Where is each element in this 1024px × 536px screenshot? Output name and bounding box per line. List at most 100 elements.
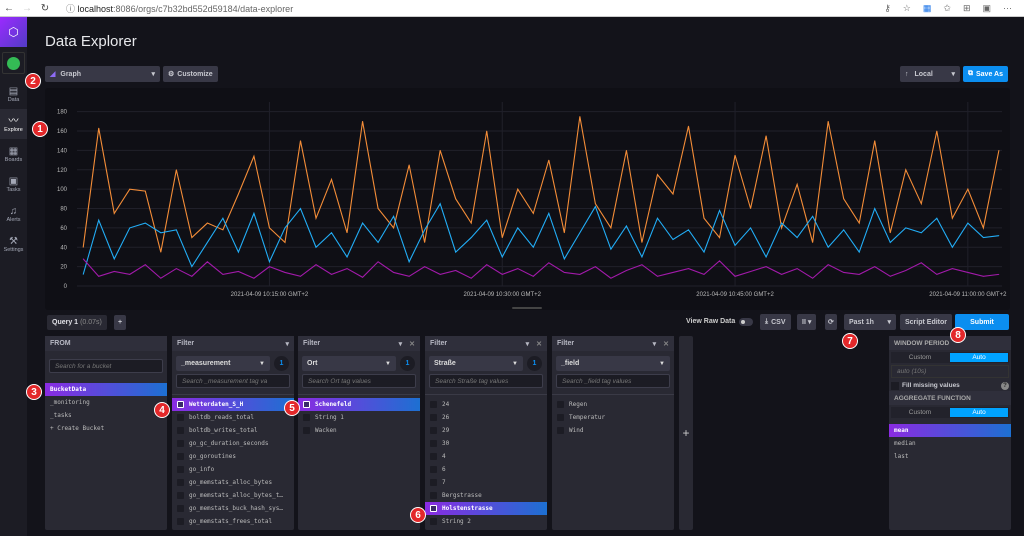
- bucket-search-input[interactable]: Search for a bucket: [49, 359, 163, 373]
- auto-option[interactable]: Auto: [950, 353, 1008, 362]
- customize-button[interactable]: ⚙ Customize: [163, 66, 218, 82]
- tag-key-dropdown[interactable]: Ort ▼ 1: [302, 356, 415, 371]
- checkbox[interactable]: [177, 401, 184, 408]
- favorite-icon[interactable]: ☆: [903, 3, 911, 14]
- list-item[interactable]: 6: [425, 463, 547, 476]
- list-item[interactable]: 30: [425, 437, 547, 450]
- checkbox[interactable]: [177, 492, 184, 499]
- sidebar-item-tasks[interactable]: ▣ Tasks: [0, 169, 27, 199]
- list-item[interactable]: Bergstrasse: [425, 489, 547, 502]
- list-item[interactable]: Schenefeld: [298, 398, 420, 411]
- save-as-button[interactable]: ⧉ Save As: [963, 66, 1008, 82]
- favorites-icon[interactable]: ✩: [943, 3, 951, 14]
- tag-search-input[interactable]: Search Ort tag values: [302, 374, 416, 388]
- sidebar-item-explore[interactable]: 〰 Explore: [0, 109, 27, 139]
- list-item[interactable]: go_goroutines: [172, 450, 294, 463]
- list-item[interactable]: 24: [425, 398, 547, 411]
- close-icon[interactable]: ✕: [536, 340, 542, 348]
- checkbox[interactable]: [177, 518, 184, 525]
- checkbox[interactable]: [430, 479, 437, 486]
- collections-icon[interactable]: ⊞: [963, 3, 971, 14]
- csv-button[interactable]: ⤓ CSV: [760, 314, 791, 330]
- checkbox[interactable]: [177, 453, 184, 460]
- custom-option[interactable]: Custom: [891, 407, 949, 418]
- list-item[interactable]: + Create Bucket: [45, 422, 167, 435]
- tag-search-input[interactable]: Search _measurement tag va: [176, 374, 290, 388]
- help-icon[interactable]: ?: [1001, 381, 1009, 390]
- timezone-dropdown[interactable]: ↑ Local ▾: [900, 66, 960, 82]
- add-query-button[interactable]: +: [114, 315, 127, 330]
- sidebar-item-settings[interactable]: ⚒ Settings: [0, 229, 27, 259]
- list-item[interactable]: 29: [425, 424, 547, 437]
- list-item[interactable]: _tasks: [45, 409, 167, 422]
- checkbox[interactable]: [430, 492, 437, 499]
- fill-missing-checkbox[interactable]: Fill missing values?: [889, 380, 1011, 391]
- list-item[interactable]: go_memstats_alloc_bytes_t…: [172, 489, 294, 502]
- list-item[interactable]: median: [889, 437, 1011, 450]
- checkbox[interactable]: [303, 401, 310, 408]
- list-item[interactable]: boltdb_reads_total: [172, 411, 294, 424]
- list-item[interactable]: Wacken: [298, 424, 420, 437]
- checkbox[interactable]: [557, 401, 564, 408]
- sidebar-item-data[interactable]: ▤ Data: [0, 79, 27, 109]
- window-period-input[interactable]: auto (10s): [891, 365, 1009, 378]
- checkbox[interactable]: [557, 414, 564, 421]
- key-icon[interactable]: ⚷: [884, 3, 891, 14]
- caret-down-icon[interactable]: ▾: [653, 340, 657, 348]
- more-icon[interactable]: ···: [1003, 3, 1012, 14]
- checkbox[interactable]: [177, 505, 184, 512]
- checkbox[interactable]: [430, 414, 437, 421]
- resize-handle[interactable]: [512, 307, 542, 309]
- profile-icon[interactable]: ▣: [982, 3, 991, 14]
- list-item[interactable]: go_memstats_buck_hash_sys…: [172, 502, 294, 515]
- script-editor-button[interactable]: Script Editor: [900, 314, 953, 330]
- extension-icon[interactable]: ▦: [923, 3, 932, 14]
- autorefresh-dropdown[interactable]: II ▾: [797, 314, 817, 330]
- checkbox[interactable]: [430, 518, 437, 525]
- sidebar-item-alerts[interactable]: ♫ Alerts: [0, 199, 27, 229]
- list-item[interactable]: Temperatur: [552, 411, 674, 424]
- add-filter-button[interactable]: +: [679, 336, 693, 530]
- sidebar-item-boards[interactable]: ▦ Boards: [0, 139, 27, 169]
- time-range-dropdown[interactable]: Past 1h ▾: [844, 314, 896, 330]
- checkbox[interactable]: [430, 453, 437, 460]
- list-item[interactable]: boltdb_writes_total: [172, 424, 294, 437]
- auto-option[interactable]: Auto: [950, 408, 1008, 417]
- tab-query-1[interactable]: Query 1 (0.07s): [47, 315, 107, 330]
- caret-down-icon[interactable]: ▾: [526, 340, 530, 348]
- back-icon[interactable]: ←: [0, 3, 18, 14]
- checkbox[interactable]: [177, 440, 184, 447]
- list-item[interactable]: String 1: [298, 411, 420, 424]
- list-item[interactable]: go_gc_duration_seconds: [172, 437, 294, 450]
- influxdb-logo[interactable]: ⬡: [0, 17, 27, 47]
- list-item[interactable]: go_memstats_alloc_bytes: [172, 476, 294, 489]
- vis-type-dropdown[interactable]: ◢ Graph ▾: [45, 66, 160, 82]
- list-item[interactable]: BucketData: [45, 383, 167, 396]
- list-item[interactable]: 7: [425, 476, 547, 489]
- checkbox[interactable]: [177, 479, 184, 486]
- checkbox[interactable]: [177, 414, 184, 421]
- tag-key-dropdown[interactable]: _measurement ▼ 1: [176, 356, 289, 371]
- checkbox[interactable]: [303, 414, 310, 421]
- checkbox[interactable]: [177, 466, 184, 473]
- checkbox[interactable]: [430, 401, 437, 408]
- close-icon[interactable]: ✕: [663, 340, 669, 348]
- list-item[interactable]: Regen: [552, 398, 674, 411]
- list-item[interactable]: mean: [889, 424, 1011, 437]
- refresh-icon[interactable]: ⟳: [825, 314, 837, 330]
- address-bar[interactable]: ⓘ localhost:8086/orgs/c7b32bd552d59184/d…: [66, 2, 293, 15]
- window-period-toggle[interactable]: Custom Auto: [891, 352, 1009, 363]
- tag-search-input[interactable]: Search _field tag values: [556, 374, 670, 388]
- checkbox[interactable]: [557, 427, 564, 434]
- checkbox[interactable]: [430, 440, 437, 447]
- checkbox[interactable]: [430, 466, 437, 473]
- tag-key-dropdown[interactable]: _field ▼: [556, 356, 670, 371]
- tag-search-input[interactable]: Search Straße tag values: [429, 374, 543, 388]
- caret-down-icon[interactable]: ▾: [399, 340, 403, 348]
- checkbox[interactable]: [430, 427, 437, 434]
- avatar[interactable]: [2, 52, 25, 74]
- view-raw-data-toggle[interactable]: [739, 318, 753, 326]
- aggregate-toggle[interactable]: Custom Auto: [891, 407, 1009, 418]
- list-item[interactable]: _monitoring: [45, 396, 167, 409]
- list-item[interactable]: Wind: [552, 424, 674, 437]
